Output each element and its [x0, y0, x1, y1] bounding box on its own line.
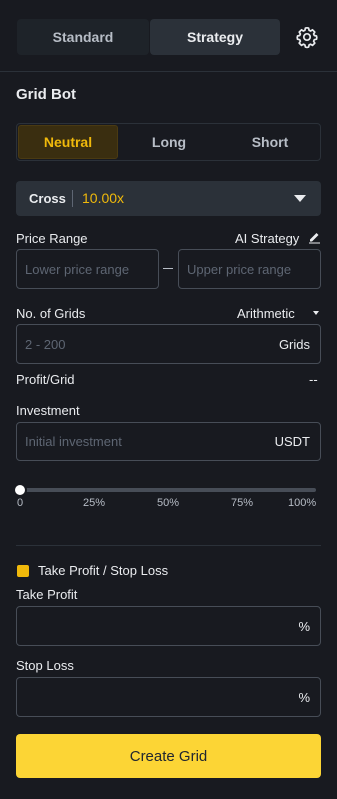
slider-tick: 50%	[157, 497, 180, 509]
grids-unit: Grids	[278, 337, 310, 352]
investment-input[interactable]: Initial investment USDT	[16, 422, 321, 461]
take-profit-unit: %	[298, 619, 310, 634]
tpsl-label[interactable]: Take Profit / Stop Loss	[38, 563, 168, 578]
take-profit-input[interactable]: %	[16, 606, 321, 646]
slider-tick: 100%	[288, 497, 317, 509]
grid-bot-panel: Standard Strategy Grid Bot Neutral Long …	[0, 0, 337, 799]
investment-label: Investment	[16, 403, 80, 418]
caret-down-icon[interactable]	[313, 311, 319, 315]
grids-input[interactable]: 2 - 200 Grids	[16, 324, 321, 364]
margin-leverage-select[interactable]: Cross 10.00x	[16, 181, 321, 216]
page-title: Grid Bot	[16, 86, 76, 103]
caret-down-icon	[294, 195, 306, 202]
section-divider	[16, 545, 321, 546]
investment-slider-track[interactable]	[20, 488, 316, 492]
grid-type-select[interactable]: Arithmetic	[237, 306, 295, 321]
mode-neutral-button[interactable]: Neutral	[18, 125, 118, 159]
lower-price-input[interactable]: Lower price range	[16, 249, 159, 289]
investment-placeholder: Initial investment	[25, 434, 122, 449]
mode-long-button[interactable]: Long	[119, 125, 219, 159]
take-profit-label: Take Profit	[16, 587, 78, 602]
investment-unit: USDT	[274, 434, 310, 449]
profit-grid-value: --	[309, 372, 318, 387]
create-grid-button[interactable]: Create Grid	[16, 734, 321, 778]
divider	[72, 190, 73, 207]
upper-price-placeholder: Upper price range	[187, 262, 292, 277]
investment-slider-thumb[interactable]	[13, 483, 27, 497]
strategy-tabs: Standard Strategy	[0, 0, 337, 72]
stop-loss-label: Stop Loss	[16, 658, 74, 673]
ai-strategy-link[interactable]: AI Strategy	[235, 231, 299, 246]
stop-loss-unit: %	[298, 690, 310, 705]
slider-tick: 25%	[83, 497, 106, 509]
lower-price-placeholder: Lower price range	[25, 262, 130, 277]
gear-icon[interactable]	[295, 25, 319, 49]
grid-mode-selector: Neutral Long Short	[16, 123, 321, 161]
mode-short-button[interactable]: Short	[220, 125, 320, 159]
slider-tick: 75%	[231, 497, 254, 509]
price-range-label: Price Range	[16, 231, 88, 246]
profit-grid-label: Profit/Grid	[16, 372, 75, 387]
grids-label: No. of Grids	[16, 306, 86, 321]
range-separator	[163, 268, 173, 269]
grids-placeholder: 2 - 200	[25, 337, 66, 352]
pencil-icon[interactable]	[308, 231, 321, 244]
stop-loss-input[interactable]: %	[16, 677, 321, 717]
tab-strategy[interactable]: Strategy	[150, 19, 280, 55]
tab-standard[interactable]: Standard	[17, 19, 149, 55]
tpsl-checkbox[interactable]	[17, 565, 29, 577]
leverage-value: 10.00x	[82, 190, 125, 206]
upper-price-input[interactable]: Upper price range	[178, 249, 321, 289]
slider-tick: 0	[17, 497, 24, 509]
margin-mode: Cross	[29, 191, 66, 206]
